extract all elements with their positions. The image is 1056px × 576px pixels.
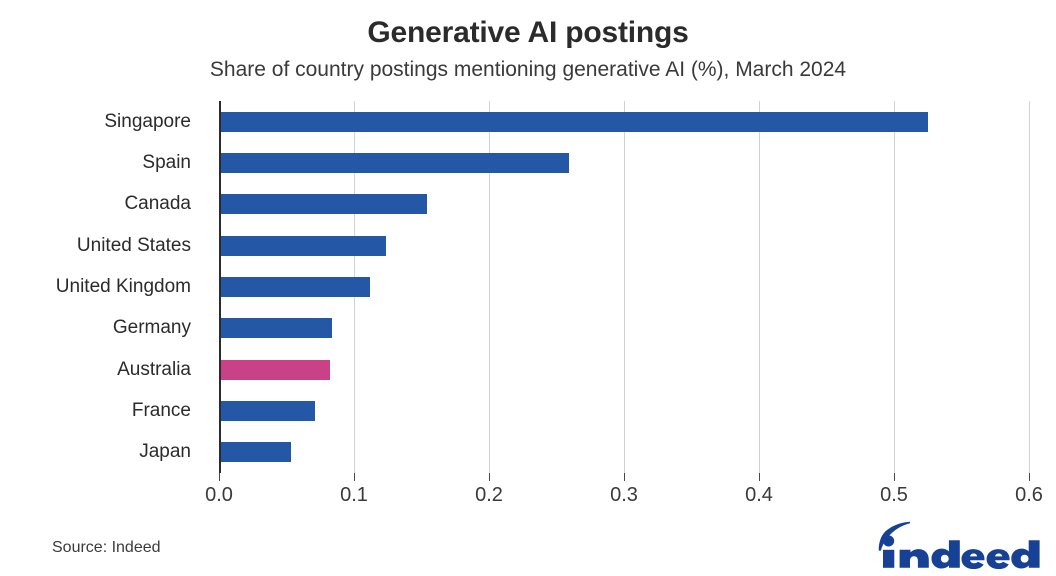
indeed-logo <box>868 521 1040 570</box>
gridline <box>894 101 895 473</box>
y-axis-category-label: Canada <box>124 193 191 215</box>
x-axis-tick <box>624 473 625 481</box>
x-axis-tick-label: 0.6 <box>1015 484 1043 506</box>
chart-subtitle: Share of country postings mentioning gen… <box>209 58 847 81</box>
x-axis-tick-label: 0.1 <box>340 484 368 506</box>
bar <box>219 111 928 132</box>
x-axis-tick <box>759 473 760 481</box>
plot-area <box>219 101 1030 481</box>
x-axis-tick <box>1029 473 1030 481</box>
gridline <box>624 101 625 473</box>
x-axis-tick-label: 0.3 <box>610 484 638 506</box>
x-axis-labels: 0.0 0.1 0.2 0.3 0.4 0.5 0.6 <box>205 484 1043 514</box>
y-axis-category-label: Singapore <box>104 110 191 132</box>
x-axis-tick-label: 0.5 <box>880 484 908 506</box>
y-axis-category-label: Japan <box>139 441 191 463</box>
x-axis-tick <box>894 473 895 481</box>
bar <box>219 318 333 339</box>
x-axis-tick-label: 0.2 <box>475 484 503 506</box>
bar <box>219 442 291 463</box>
source-note: Source: Indeed <box>52 539 161 556</box>
gridline <box>759 101 760 473</box>
bar <box>219 194 427 215</box>
x-axis-tick-label: 0.0 <box>205 484 233 506</box>
title-block: Generative AI postings Share of country … <box>0 14 1056 85</box>
bar <box>219 277 371 297</box>
y-axis-category-label: Spain <box>142 152 191 173</box>
bar <box>219 153 569 173</box>
y-axis-line <box>219 101 221 473</box>
y-axis-category-label: Australia <box>117 358 191 380</box>
x-axis-tick <box>354 473 355 481</box>
y-axis-category-label: France <box>131 400 191 421</box>
chart-figure: Generative AI postings Share of country … <box>0 0 1056 576</box>
y-axis-category-label: Germany <box>112 317 191 339</box>
y-axis-labels: Singapore Spain Canada United States United … <box>0 101 205 473</box>
gridline <box>1029 101 1030 473</box>
bar <box>219 235 387 256</box>
x-axis-tick <box>219 473 220 481</box>
y-axis-category-label: United States <box>76 234 191 256</box>
chart-title: Generative AI postings <box>367 16 689 49</box>
x-axis-tick-label: 0.4 <box>745 484 773 506</box>
x-axis-tick <box>489 473 490 481</box>
bar <box>219 401 315 421</box>
bar <box>219 359 330 380</box>
y-axis-category-label: United Kingdom <box>55 276 191 297</box>
